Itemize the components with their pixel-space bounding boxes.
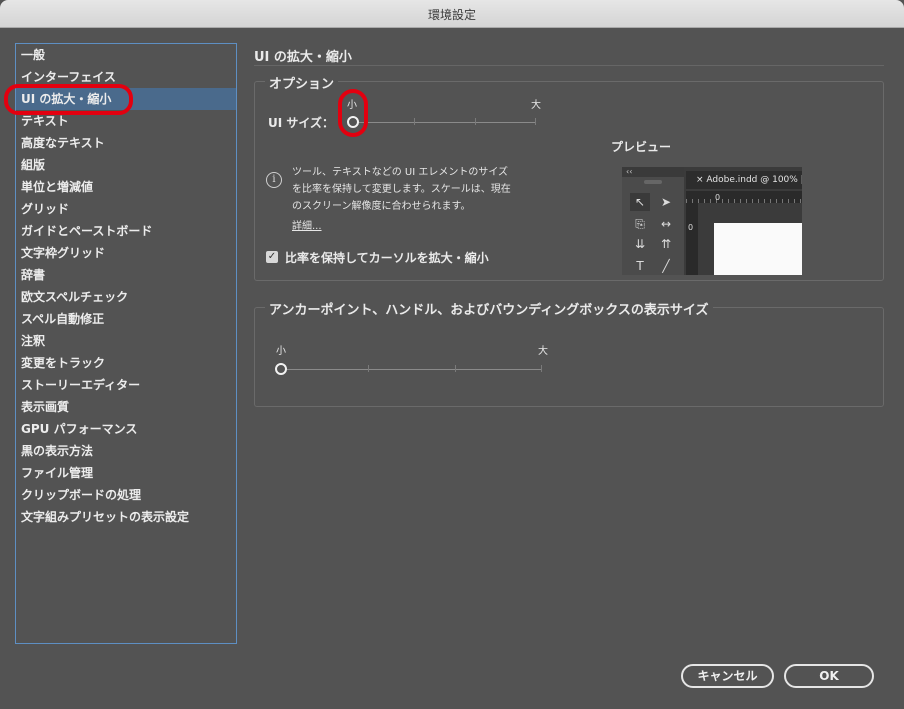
preferences-sidebar: 一般 インターフェイス UI の拡大・縮小 テキスト 高度なテキスト 組版 単位…: [15, 43, 237, 644]
sidebar-item-type[interactable]: テキスト: [16, 110, 236, 132]
anchor-group: [254, 307, 884, 407]
ui-size-slider-tick: [475, 118, 476, 125]
preview-page: [714, 223, 802, 275]
page-tool-icon: ⎘: [635, 217, 645, 231]
sidebar-item-ui-scaling[interactable]: UI の拡大・縮小: [16, 88, 236, 110]
ui-size-label: UI サイズ：: [268, 116, 335, 130]
sidebar-item-notes[interactable]: 注釈: [16, 330, 236, 352]
ui-size-min-label: 小: [347, 100, 357, 111]
gap-tool-icon: ↔: [660, 217, 672, 231]
page-title: UI の拡大・縮小: [254, 50, 352, 65]
cancel-button[interactable]: キャンセル: [681, 664, 774, 688]
info-text: ツール、テキストなどの UI エレメントのサイズ を比率を保持して変更します。ス…: [292, 164, 511, 215]
sidebar-item-composition[interactable]: 組版: [16, 154, 236, 176]
sidebar-item-interface[interactable]: インターフェイス: [16, 66, 236, 88]
anchor-size-slider-tick: [541, 365, 542, 372]
sidebar-item-story-editor[interactable]: ストーリーエディター: [16, 374, 236, 396]
preview-grip: [644, 180, 662, 184]
content-placer-icon: ⇈: [660, 237, 672, 251]
options-legend: オプション: [265, 73, 339, 92]
ui-size-slider-track[interactable]: [354, 122, 536, 123]
direct-selection-tool-icon: ➤: [660, 195, 672, 209]
scale-cursor-checkbox[interactable]: ✓: [266, 251, 278, 263]
anchor-size-slider-tick: [368, 365, 369, 372]
sidebar-item-track-changes[interactable]: 変更をトラック: [16, 352, 236, 374]
sidebar-item-advanced-type[interactable]: 高度なテキスト: [16, 132, 236, 154]
preview-document-tab: × Adobe.indd @ 100% |: [686, 171, 802, 189]
preview-panel-collapse: ‹‹: [622, 167, 684, 177]
sidebar-item-black[interactable]: 黒の表示方法: [16, 440, 236, 462]
details-link[interactable]: 詳細...: [292, 217, 322, 232]
info-text-line: を比率を保持して変更します。スケールは、現在: [292, 184, 511, 195]
anchor-size-max-label: 大: [538, 346, 548, 357]
sidebar-item-mojikumi[interactable]: 文字組みプリセットの表示設定: [16, 506, 236, 528]
info-text-line: のスクリーン解像度に合わせられます。: [292, 201, 471, 212]
ui-size-slider-tick: [535, 118, 536, 125]
line-tool-icon: ╱: [662, 259, 670, 273]
sidebar-item-guides[interactable]: ガイドとペーストボード: [16, 220, 236, 242]
sidebar-item-general[interactable]: 一般: [16, 44, 236, 66]
window-title: 環境設定: [427, 8, 476, 22]
preview-doc-name: Adobe.indd @ 100% |: [706, 175, 802, 185]
anchor-size-min-label: 小: [276, 346, 286, 357]
window-titlebar[interactable]: 環境設定: [0, 0, 904, 28]
content-collector-icon: ⇊: [634, 237, 646, 251]
preview-ruler-zero-vertical: 0: [688, 223, 694, 232]
info-text-line: ツール、テキストなどの UI エレメントのサイズ: [292, 167, 509, 178]
sidebar-item-file-handling[interactable]: ファイル管理: [16, 462, 236, 484]
sidebar-item-display-performance[interactable]: 表示画質: [16, 396, 236, 418]
sidebar-item-spelling[interactable]: 欧文スペルチェック: [16, 286, 236, 308]
sidebar-item-frame-grid[interactable]: 文字枠グリッド: [16, 242, 236, 264]
sidebar-item-clipboard[interactable]: クリップボードの処理: [16, 484, 236, 506]
preview-ruler-vertical: [686, 203, 698, 275]
preview-ruler-horizontal: [686, 191, 802, 203]
anchor-size-slider-track[interactable]: [282, 369, 542, 370]
preview-label: プレビュー: [611, 140, 672, 154]
ok-button[interactable]: OK: [784, 664, 874, 688]
ui-size-slider-thumb[interactable]: [347, 116, 359, 128]
scale-cursor-label: 比率を保持してカーソルを拡大・縮小: [285, 251, 489, 265]
selection-tool-icon: ↖: [630, 193, 650, 211]
anchor-legend: アンカーポイント、ハンドル、およびバウンディングボックスの表示サイズ: [265, 299, 713, 318]
type-tool-icon: T: [636, 259, 644, 273]
anchor-size-slider-tick: [455, 365, 456, 372]
anchor-size-slider-thumb[interactable]: [275, 363, 287, 375]
sidebar-item-dictionary[interactable]: 辞書: [16, 264, 236, 286]
title-divider: [254, 65, 884, 66]
preview-tools-panel: ‹‹ ↖ ➤ ⎘ ↔ ⇊ ⇈ T ╱: [622, 167, 684, 275]
sidebar-item-autocorrect[interactable]: スペル自動修正: [16, 308, 236, 330]
sidebar-item-units[interactable]: 単位と増減値: [16, 176, 236, 198]
ui-preview: ‹‹ ↖ ➤ ⎘ ↔ ⇊ ⇈ T ╱ × Adobe.indd @ 100% |…: [622, 167, 802, 275]
sidebar-item-grids[interactable]: グリッド: [16, 198, 236, 220]
ui-size-max-label: 大: [531, 100, 541, 111]
info-icon: i: [266, 172, 282, 188]
preview-ruler-zero: 0: [715, 193, 721, 202]
sidebar-item-gpu[interactable]: GPU パフォーマンス: [16, 418, 236, 440]
ui-size-slider-tick: [414, 118, 415, 125]
